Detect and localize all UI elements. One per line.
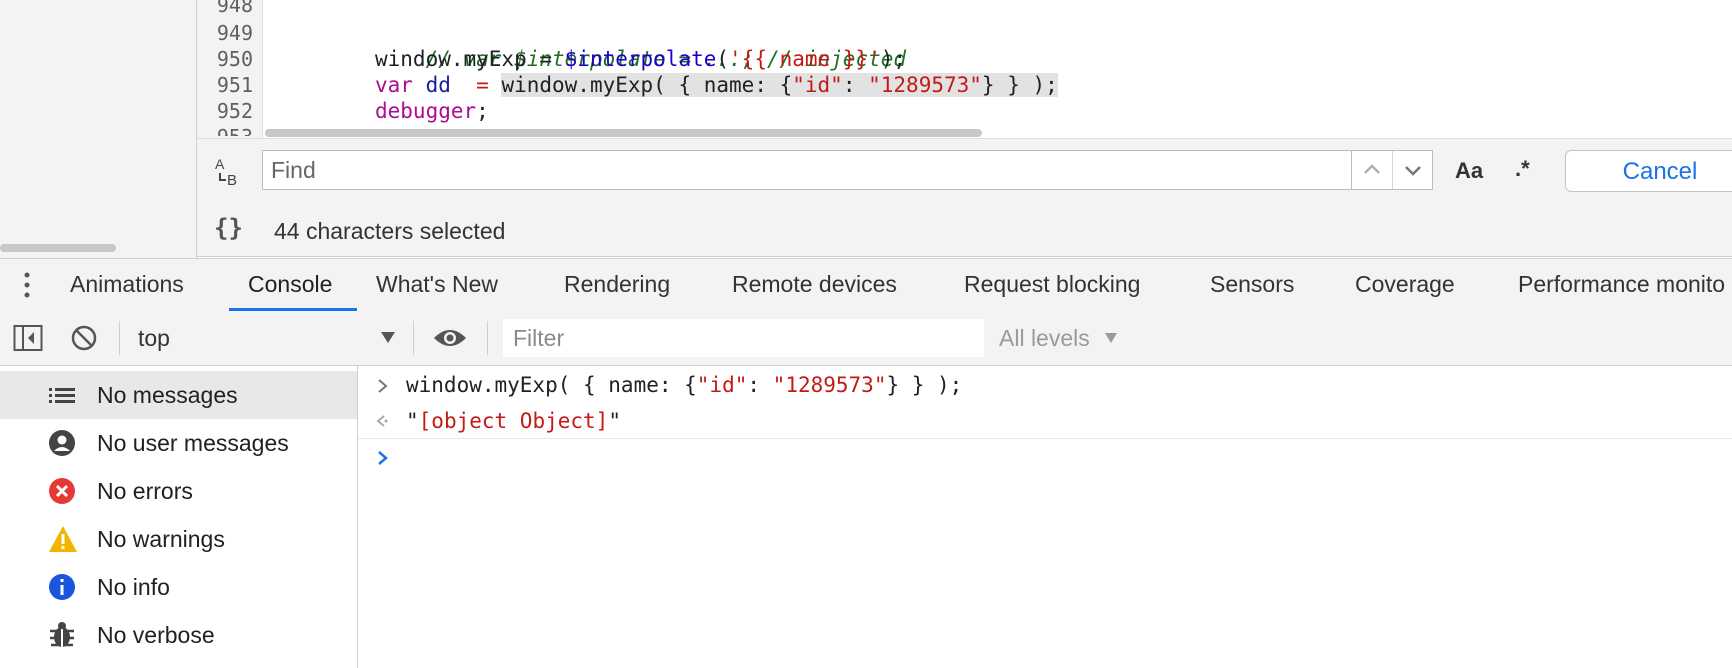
tab-coverage[interactable]: Coverage — [1355, 258, 1455, 310]
tab-remote-devices[interactable]: Remote devices — [732, 258, 897, 310]
sidebar-item-info[interactable]: No info — [0, 563, 357, 611]
code-token: " — [406, 409, 419, 433]
code-line-952: debugger; — [375, 98, 489, 124]
find-input[interactable] — [262, 150, 1432, 190]
tab-console[interactable]: Console — [248, 258, 332, 310]
code-token: : — [747, 373, 773, 397]
user-icon — [48, 429, 76, 457]
clear-console-icon[interactable] — [70, 324, 98, 352]
code-line-951: var dd = window.myExp( { name: {"id": "1… — [375, 72, 1058, 98]
sidebar-item-label: No errors — [97, 478, 193, 504]
tab-rendering[interactable]: Rendering — [564, 258, 670, 310]
code-token: = — [463, 73, 502, 97]
code-token: dd — [412, 73, 464, 97]
sidebar-item-verbose[interactable]: No verbose — [0, 611, 357, 659]
match-case-button[interactable]: Aa — [1455, 158, 1483, 184]
log-levels-dropdown[interactable]: All levels — [999, 325, 1090, 352]
error-icon — [48, 477, 76, 505]
console-result-entry: "[object Object]" — [406, 409, 621, 433]
toolbar-divider — [487, 321, 488, 355]
string-token: "1289573" — [772, 373, 887, 397]
list-icon — [48, 381, 76, 409]
code-token: } } ); — [981, 73, 1058, 97]
svg-text:B: B — [227, 172, 237, 189]
context-selector[interactable]: top — [138, 325, 170, 352]
sidebar-item-label: No info — [97, 574, 170, 600]
find-previous-button[interactable] — [1352, 151, 1392, 189]
find-navigation — [1351, 150, 1433, 190]
code-editor[interactable]: // var $interpolate = ...; // injected w… — [263, 0, 1732, 138]
console-output[interactable]: window.myExp( { name: {"id": "1289573"} … — [358, 366, 1732, 668]
selected-text: window.myExp( { name: {"id": "1289573"} … — [501, 73, 1058, 97]
line-number: 950 — [216, 47, 253, 71]
find-next-button[interactable] — [1392, 151, 1433, 189]
sidebar-item-label: No warnings — [97, 526, 225, 552]
more-tabs-icon[interactable] — [20, 270, 34, 300]
tab-request-blocking[interactable]: Request blocking — [964, 258, 1140, 310]
console-prompt-icon[interactable] — [376, 448, 390, 468]
string-token: "id" — [792, 73, 843, 97]
replace-toggle-icon[interactable]: A B — [212, 155, 246, 189]
chevron-down-icon — [1405, 166, 1421, 176]
line-number: 951 — [216, 73, 253, 97]
tab-whats-new[interactable]: What's New — [376, 258, 498, 310]
code-token: " — [608, 409, 621, 433]
code-token: } } ); — [886, 373, 963, 397]
keyword-token: debugger — [375, 99, 477, 123]
string-token: "1289573" — [868, 73, 982, 97]
sidebar-item-user-messages[interactable]: No user messages — [0, 419, 357, 467]
filter-input[interactable] — [503, 319, 984, 357]
keyword-token: var — [375, 73, 413, 97]
string-token: "id" — [696, 373, 748, 397]
line-number: 953 — [197, 124, 253, 136]
tab-sensors[interactable]: Sensors — [1210, 258, 1294, 310]
regex-button[interactable]: .* — [1515, 156, 1530, 182]
line-number: 948 — [216, 0, 253, 17]
bug-icon — [48, 621, 76, 649]
input-prompt-icon — [376, 376, 390, 396]
live-expression-eye-icon[interactable] — [432, 324, 468, 352]
sidebar-item-label: No user messages — [97, 430, 289, 456]
context-dropdown-icon[interactable] — [380, 330, 396, 344]
tab-performance-monitor[interactable]: Performance monito — [1518, 258, 1732, 310]
levels-dropdown-icon[interactable] — [1104, 331, 1118, 343]
line-number-gutter: 948 949 950 951 952 953 — [197, 0, 263, 138]
console-sidebar: No messages No user messages No errors N… — [0, 366, 358, 668]
sidebar-item-messages[interactable]: No messages — [0, 371, 357, 419]
code-token: ; — [476, 99, 489, 123]
string-token: '{{ name }}' — [729, 47, 881, 71]
svg-text:A: A — [215, 156, 225, 172]
editor-horizontal-scrollbar[interactable] — [265, 129, 982, 137]
sidebar-item-label: No verbose — [97, 622, 215, 648]
cancel-button[interactable]: Cancel — [1565, 150, 1732, 192]
sidebar-item-errors[interactable]: No errors — [0, 467, 357, 515]
code-line-950: window.myExp = $interpolate('{{ name }}'… — [375, 46, 906, 72]
code-token: $interpolate — [564, 47, 717, 71]
console-row-divider — [358, 438, 1732, 439]
result-arrow-icon — [374, 411, 390, 431]
tab-animations[interactable]: Animations — [70, 258, 184, 310]
code-token: ( — [716, 47, 730, 71]
navigator-scrollbar[interactable] — [0, 244, 116, 252]
selection-status: 44 characters selected — [274, 218, 506, 244]
console-input-entry: window.myExp( { name: {"id": "1289573"} … — [406, 373, 962, 397]
navigator-pane — [0, 0, 197, 258]
code-token: ); — [880, 47, 907, 71]
toolbar-divider — [119, 321, 120, 355]
code-token: window.myExp( { name: { — [501, 73, 793, 97]
warning-icon — [48, 525, 77, 553]
sidebar-item-warnings[interactable]: No warnings — [0, 515, 357, 563]
line-number: 952 — [216, 99, 253, 123]
info-icon — [48, 573, 76, 601]
sidebar-item-label: No messages — [97, 382, 238, 408]
sidebar-toggle-icon[interactable] — [13, 324, 43, 352]
code-token: : — [842, 73, 869, 97]
chevron-up-icon — [1364, 164, 1380, 174]
line-number: 949 — [216, 21, 253, 45]
pretty-print-button[interactable]: {} — [214, 214, 243, 242]
result-value: [object Object] — [418, 409, 609, 433]
code-token: window.myExp = — [375, 47, 565, 71]
code-token: window.myExp( { name: { — [406, 373, 697, 397]
toolbar-divider — [413, 321, 414, 355]
